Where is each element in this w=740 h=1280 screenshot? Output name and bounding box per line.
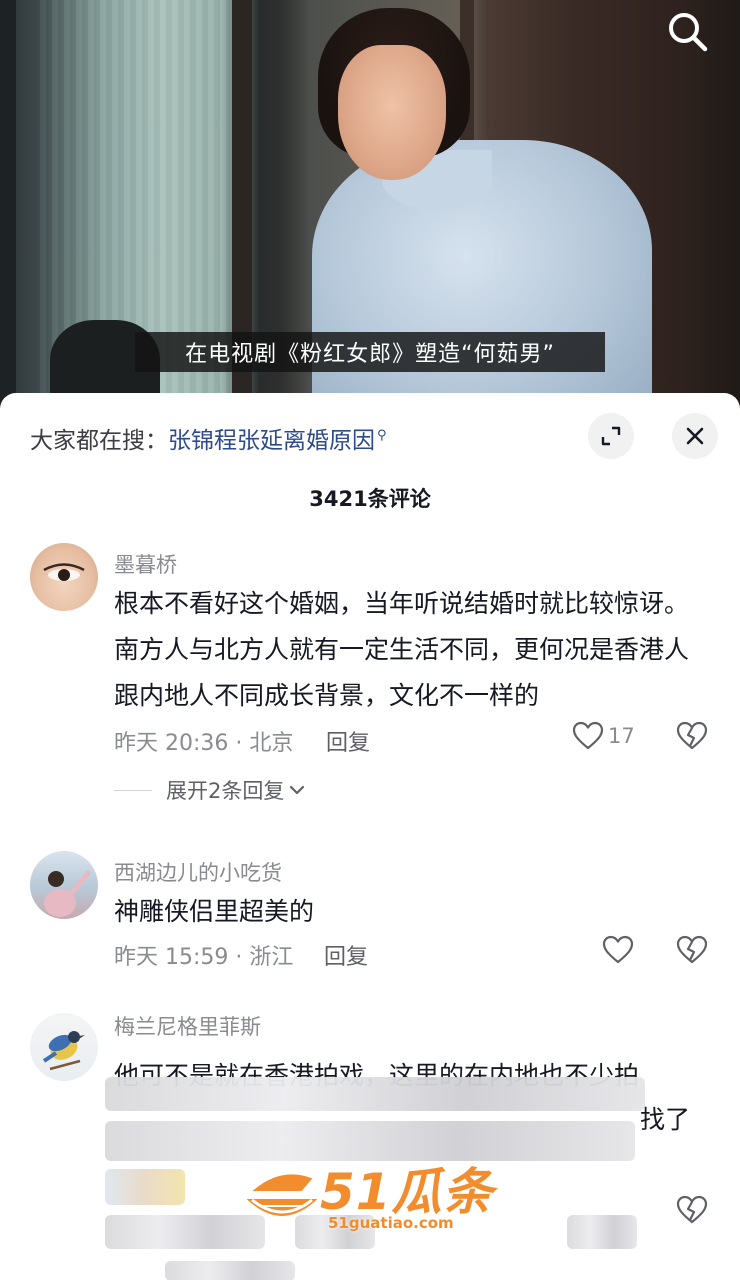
comment-count: 3421条评论: [309, 487, 431, 511]
comment-time-location: 昨天 20:36 · 北京: [114, 731, 294, 756]
hot-search-bar[interactable]: 大家都在搜：张锦程张延离婚原因 ⚲: [30, 421, 387, 455]
close-sheet-button[interactable]: [672, 413, 718, 459]
dislike-button[interactable]: [676, 935, 708, 969]
expand-sheet-button[interactable]: [588, 413, 634, 459]
video-subtitle: 在电视剧《粉红女郎》塑造“何茹男”: [135, 332, 605, 372]
expand-replies-button[interactable]: 展开2条回复: [114, 775, 306, 805]
avatar[interactable]: [30, 1013, 98, 1081]
comment-text: 根本不看好这个婚姻，当年听说结婚时就比较惊讶。南方人与北方人就有一定生活不同，更…: [114, 589, 690, 710]
close-icon: [686, 427, 704, 445]
blur-block: [105, 1169, 185, 1205]
search-button[interactable]: [664, 8, 710, 54]
comment-username[interactable]: 墨暮桥: [114, 549, 177, 579]
reply-button[interactable]: 回复: [324, 939, 368, 971]
watermark-domain: 51guatiao.com: [328, 1214, 454, 1232]
search-icon: [669, 13, 708, 52]
comment-sheet: 大家都在搜：张锦程张延离婚原因 ⚲ 3421条评论 墨暮桥 根本不看好这个婚姻，当…: [0, 393, 740, 1280]
dislike-button[interactable]: [676, 721, 708, 755]
avatar-bird-image: [42, 1031, 85, 1071]
comment-username[interactable]: 梅兰尼格里菲斯: [114, 1011, 261, 1041]
comment-time-location: 昨天 15:59 · 浙江: [114, 945, 294, 970]
video-player[interactable]: 在电视剧《粉红女郎》塑造“何茹男”: [0, 0, 740, 420]
hot-search-link[interactable]: 张锦程张延离婚原因: [168, 428, 375, 454]
blur-block: [567, 1215, 637, 1249]
avatar[interactable]: [30, 543, 98, 611]
heart-icon: [572, 721, 604, 750]
comment-username[interactable]: 西湖边儿的小吃货: [114, 857, 282, 887]
like-count: 17: [608, 724, 635, 748]
comment-text: 神雕侠侣里超美的: [114, 897, 315, 926]
watermark-melon-icon: [241, 1172, 323, 1218]
heart-icon: [602, 935, 634, 964]
like-button[interactable]: [602, 935, 634, 965]
expand-icon: [601, 426, 621, 446]
avatar[interactable]: [30, 851, 98, 919]
expand-divider: [114, 789, 152, 791]
hot-search-prefix: 大家都在搜：: [30, 428, 168, 454]
chevron-down-icon: [290, 785, 305, 795]
dislike-button[interactable]: [676, 1195, 708, 1229]
broken-heart-icon: [676, 1195, 708, 1224]
avatar-person-image: [44, 870, 91, 917]
video-person-face: [338, 45, 446, 180]
blur-block: [105, 1077, 645, 1111]
reply-button[interactable]: 回复: [326, 725, 370, 757]
broken-heart-icon: [676, 935, 708, 964]
broken-heart-icon: [676, 721, 708, 750]
video-scene-frame: [0, 0, 16, 420]
expand-replies-label: 展开2条回复: [166, 779, 285, 803]
watermark-logo: 51瓜条 51guatiao.com: [240, 1152, 510, 1242]
like-button[interactable]: 17: [572, 721, 635, 751]
avatar-eye-image: [43, 563, 85, 581]
blur-block: [165, 1261, 295, 1280]
hot-search-magnifier-icon: ⚲: [377, 428, 387, 444]
